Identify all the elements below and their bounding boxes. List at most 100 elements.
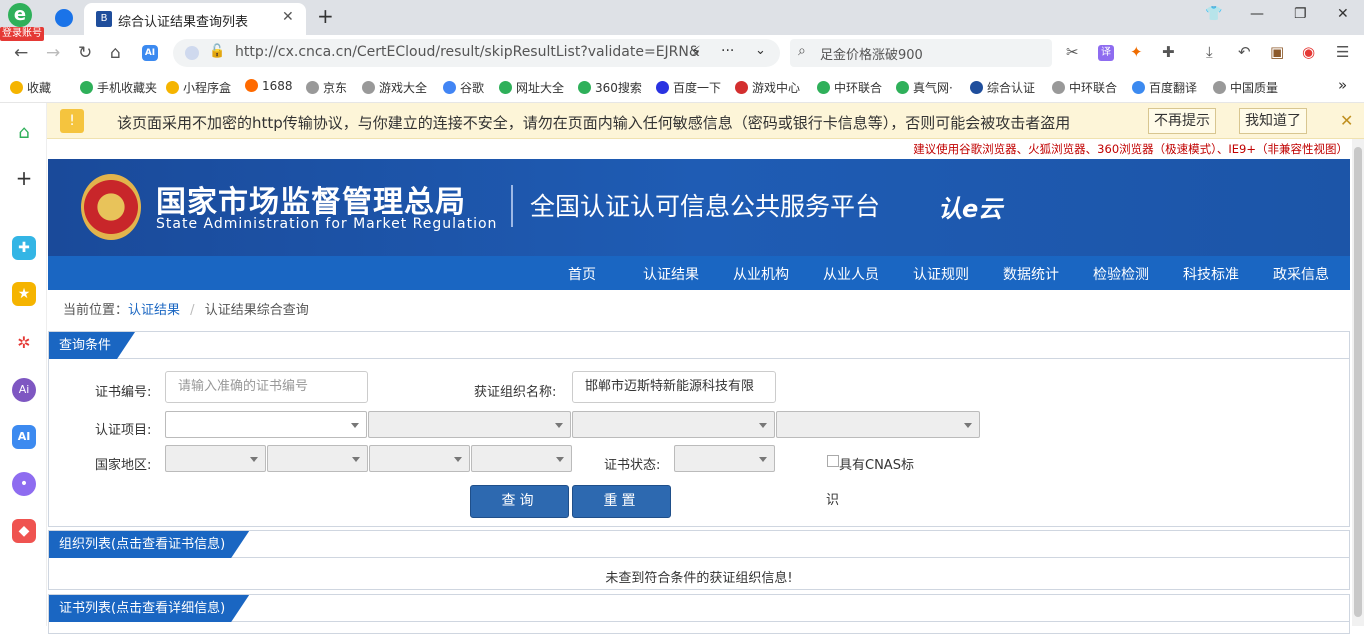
add-icon[interactable]: +	[12, 166, 36, 190]
favorites-star-icon[interactable]: ★	[12, 282, 36, 306]
game-icon[interactable]: ✦	[1130, 43, 1143, 61]
site-status-icon[interactable]	[185, 46, 199, 60]
close-tab-icon[interactable]: ✕	[282, 9, 294, 25]
org-name-input[interactable]: 邯郸市迈斯特新能源科技有限	[572, 371, 776, 403]
search-text[interactable]: 足金价格涨破900	[820, 44, 923, 63]
skin-icon[interactable]: 👕	[1205, 6, 1222, 22]
bookmark-item[interactable]: 百度一下	[656, 79, 721, 96]
nav-item[interactable]: 从业机构	[733, 264, 789, 284]
cnas-checkbox[interactable]	[827, 455, 839, 467]
scrollbar-thumb[interactable]	[1354, 147, 1362, 617]
bookmark-item[interactable]: 综合认证	[970, 79, 1035, 96]
scissors-icon[interactable]: ✂	[1066, 43, 1079, 61]
project-select-4[interactable]	[776, 411, 980, 438]
nav-item[interactable]: 首页	[568, 264, 596, 284]
url-text[interactable]: http://cx.cnca.cn/CertECloud/result/skip…	[235, 44, 700, 60]
warning-text: 该页面采用不加密的http传输协议，与你建立的连接不安全，请勿在页面内输入任何敏…	[117, 114, 1071, 132]
region-select-4[interactable]	[471, 445, 572, 472]
game-controller-icon[interactable]: ◆	[12, 519, 36, 543]
status-label: 证书状态:	[604, 458, 661, 473]
menu-icon[interactable]: ☰	[1336, 43, 1349, 61]
chevron-down-icon[interactable]: ⌄	[755, 43, 766, 58]
minimize-icon[interactable]: —	[1250, 6, 1264, 22]
download-icon[interactable]: ⤓	[1206, 43, 1213, 61]
window-close-icon[interactable]: ✕	[1337, 6, 1349, 22]
home-icon[interactable]: ⌂	[12, 121, 36, 145]
translate-icon[interactable]: 译	[1098, 45, 1114, 61]
nav-item[interactable]: 科技标准	[1183, 264, 1239, 284]
bookmark-item[interactable]: 手机收藏夹	[80, 79, 157, 96]
nav-item[interactable]: 检验检测	[1093, 264, 1149, 284]
page-scrollbar[interactable]	[1352, 139, 1364, 626]
browser-logo-icon[interactable]: e	[8, 3, 32, 27]
bookmark-item[interactable]: 京东	[306, 79, 347, 96]
lightning-icon[interactable]: ⚡	[691, 44, 701, 60]
bookmark-item[interactable]: 游戏中心	[735, 79, 800, 96]
bookmark-item[interactable]: 中环联合	[817, 79, 882, 96]
region-select-3[interactable]	[369, 445, 470, 472]
status-select[interactable]	[674, 445, 775, 472]
nav-item[interactable]: 政采信息	[1273, 264, 1329, 284]
bookmark-icon	[306, 81, 319, 94]
region-select-1[interactable]	[165, 445, 266, 472]
bookmark-icon	[578, 81, 591, 94]
reset-button[interactable]: 重置	[572, 485, 671, 518]
bookmark-item[interactable]: 1688	[245, 79, 293, 93]
active-tab[interactable]: B 综合认证结果查询列表 ✕	[84, 3, 306, 35]
nav-item[interactable]: 认证结果	[643, 264, 699, 284]
bookmark-icon	[735, 81, 748, 94]
bookmark-item[interactable]: 中环联合	[1052, 79, 1117, 96]
extensions-icon[interactable]: ✚	[1162, 43, 1175, 61]
login-account-badge[interactable]: 登录账号	[0, 27, 44, 41]
region-label: 国家地区:	[95, 458, 152, 473]
bookmark-item[interactable]: 360搜索	[578, 79, 642, 96]
renyun-logo: 认e云	[938, 195, 1003, 223]
bookmark-item[interactable]: 网址大全	[499, 79, 564, 96]
mini-app-icon[interactable]: ✚	[12, 236, 36, 260]
bookmark-item[interactable]: 收藏	[10, 79, 51, 96]
insecure-lock-icon[interactable]: 🔓	[209, 44, 225, 59]
more-bookmarks-icon[interactable]: »	[1338, 76, 1347, 94]
bookmark-item[interactable]: 百度翻译	[1132, 79, 1197, 96]
new-tab-icon[interactable]: +	[317, 4, 334, 28]
forward-icon[interactable]: →	[46, 43, 60, 63]
home-page-icon[interactable]: ⌂	[110, 43, 121, 63]
dont-remind-button[interactable]: 不再提示	[1148, 108, 1216, 134]
org-list-header: 组织列表(点击查看证书信息)	[49, 531, 1349, 558]
briefcase-icon[interactable]: ▣	[1270, 43, 1284, 61]
network-icon[interactable]: ✲	[12, 331, 36, 355]
ai-color-icon[interactable]: ◉	[1302, 43, 1315, 61]
reload-icon[interactable]: ↻	[78, 43, 92, 63]
address-bar[interactable]: 🔓 http://cx.cnca.cn/CertECloud/result/sk…	[173, 39, 780, 67]
search-button[interactable]: 查询	[470, 485, 569, 518]
region-select-2[interactable]	[267, 445, 368, 472]
chat-bot-icon[interactable]: •	[12, 472, 36, 496]
bookmark-item[interactable]: 中国质量	[1213, 79, 1278, 96]
breadcrumb-current: 认证结果综合查询	[204, 303, 309, 318]
ai-assistant-icon[interactable]: Ai	[12, 378, 36, 402]
bookmark-item[interactable]: 谷歌	[443, 79, 484, 96]
nav-item[interactable]: 从业人员	[823, 264, 879, 284]
breadcrumb-link[interactable]: 认证结果	[128, 303, 180, 318]
cert-no-input[interactable]: 请输入准确的证书编号	[165, 371, 368, 403]
ai-badge-icon[interactable]: AI	[142, 45, 158, 61]
bookmark-item[interactable]: 游戏大全	[362, 79, 427, 96]
nav-item[interactable]: 数据统计	[1003, 264, 1059, 284]
got-it-button[interactable]: 我知道了	[1239, 108, 1307, 134]
search-icon: ⌕	[798, 43, 806, 59]
restore-icon[interactable]: ❐	[1294, 6, 1307, 22]
ai-icon[interactable]: AI	[12, 425, 36, 449]
bookmark-item[interactable]: 小程序盒	[166, 79, 231, 96]
project-select-2[interactable]	[368, 411, 571, 438]
nav-item[interactable]: 认证规则	[913, 264, 969, 284]
back-icon[interactable]: ←	[14, 43, 28, 63]
more-dots-icon[interactable]: ···	[721, 43, 734, 59]
search-box[interactable]: ⌕ 足金价格涨破900	[790, 39, 1052, 67]
close-icon[interactable]: ✕	[1340, 111, 1353, 130]
bookmark-icon	[166, 81, 179, 94]
bookmark-item[interactable]: 真气网·	[896, 79, 953, 96]
project-select-1[interactable]	[165, 411, 367, 438]
send-icon[interactable]	[55, 9, 73, 27]
project-select-3[interactable]	[572, 411, 775, 438]
undo-icon[interactable]: ↶	[1238, 43, 1251, 61]
